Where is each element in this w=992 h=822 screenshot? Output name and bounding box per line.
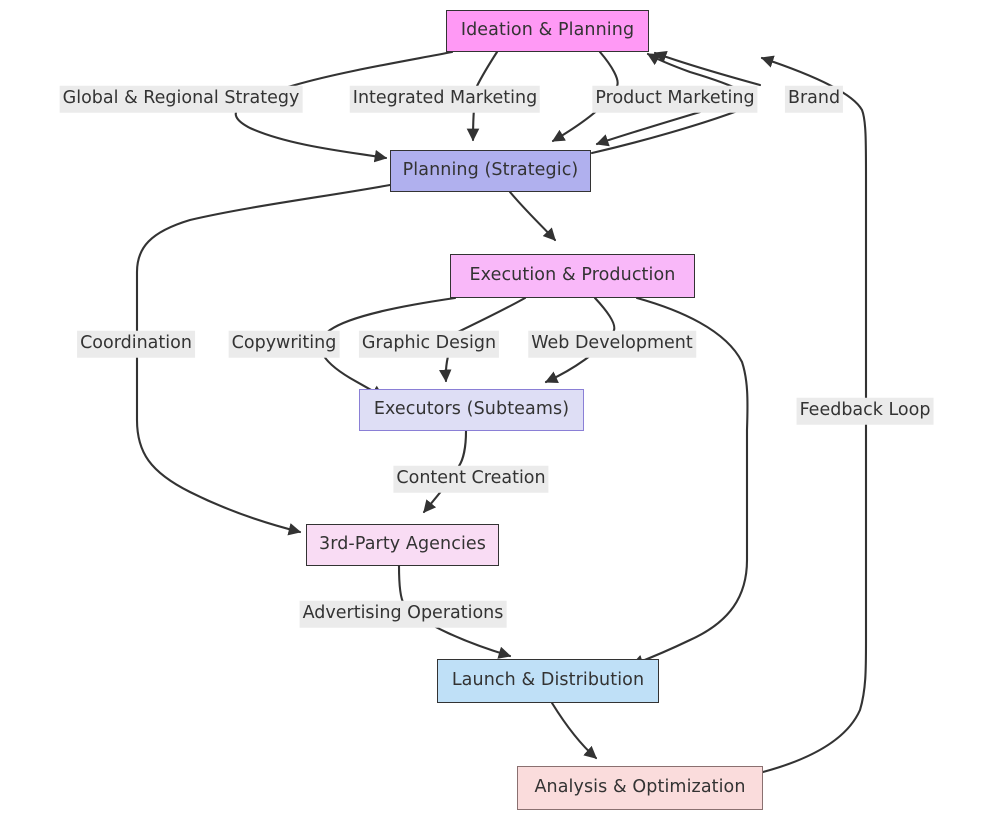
node-executors[interactable]: Executors (Subteams) bbox=[359, 389, 584, 431]
node-agencies[interactable]: 3rd-Party Agencies bbox=[306, 524, 499, 566]
node-label: Planning (Strategic) bbox=[402, 160, 579, 181]
edge-planning-to-agencies bbox=[135, 183, 392, 536]
edge-label-feedback-loop: Feedback Loop bbox=[796, 397, 934, 425]
edge-label-global-regional-strategy: Global & Regional Strategy bbox=[59, 85, 303, 113]
node-label: Execution & Production bbox=[469, 265, 676, 286]
node-launch[interactable]: Launch & Distribution bbox=[437, 659, 659, 703]
node-ideation[interactable]: Ideation & Planning bbox=[446, 10, 649, 52]
node-label: Analysis & Optimization bbox=[534, 777, 746, 798]
node-label: Launch & Distribution bbox=[451, 670, 645, 691]
node-execution[interactable]: Execution & Production bbox=[450, 254, 695, 298]
node-planning[interactable]: Planning (Strategic) bbox=[390, 150, 591, 192]
edge-label-graphic-design: Graphic Design bbox=[358, 330, 500, 358]
node-analysis[interactable]: Analysis & Optimization bbox=[517, 766, 763, 810]
edge-label-brand: Brand bbox=[784, 85, 844, 113]
edge-label-web-development: Web Development bbox=[528, 330, 696, 358]
edge-planning-to-execution bbox=[508, 190, 557, 242]
flowchart-diagram: Ideation & Planning Planning (Strategic)… bbox=[0, 0, 992, 822]
edge-launch-to-analysis bbox=[550, 701, 598, 760]
node-label: Ideation & Planning bbox=[460, 20, 635, 41]
edge-label-content-creation: Content Creation bbox=[393, 465, 549, 493]
edge-label-integrated-marketing: Integrated Marketing bbox=[349, 85, 541, 113]
edge-brand-into-ideation bbox=[653, 50, 762, 87]
edge-label-coordination: Coordination bbox=[77, 330, 195, 358]
edge-label-copywriting: Copywriting bbox=[228, 330, 340, 358]
node-label: 3rd-Party Agencies bbox=[318, 534, 487, 555]
node-label: Executors (Subteams) bbox=[373, 399, 570, 420]
edge-label-product-marketing: Product Marketing bbox=[592, 85, 758, 113]
edge-extra-into-planning bbox=[595, 110, 702, 147]
edge-label-advertising-operations: Advertising Operations bbox=[299, 600, 507, 628]
